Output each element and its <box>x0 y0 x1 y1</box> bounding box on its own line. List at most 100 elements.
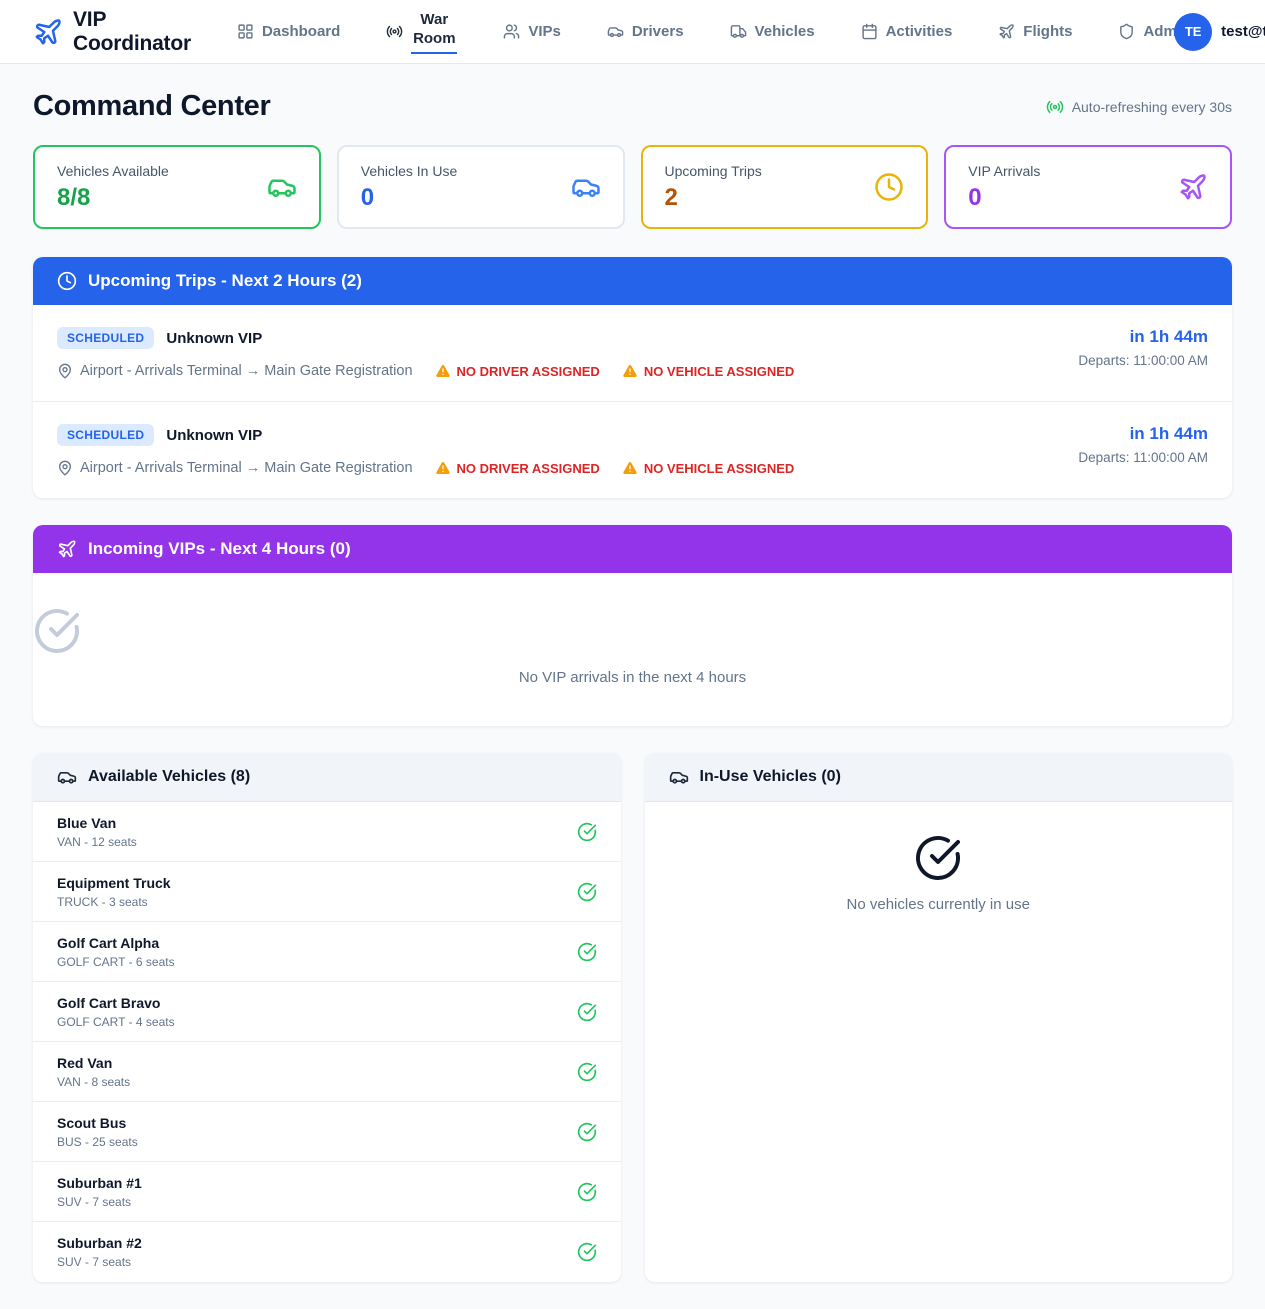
no-vehicle-warning: NO VEHICLE ASSIGNED <box>622 363 794 379</box>
users-icon <box>503 23 520 40</box>
check-circle-icon <box>33 607 1232 655</box>
vehicle-row: Suburban #1SUV - 7 seats <box>33 1162 621 1222</box>
in-use-vehicles-header: In-Use Vehicles (0) <box>645 753 1233 802</box>
stat-cards: Vehicles Available 8/8 Vehicles In Use 0… <box>33 145 1232 229</box>
trip-vip-name: Unknown VIP <box>166 427 262 444</box>
warning-triangle-icon <box>622 363 638 379</box>
upcoming-trips-title: Upcoming Trips - Next 2 Hours (2) <box>88 271 362 291</box>
vehicle-row: Blue VanVAN - 12 seats <box>33 802 621 862</box>
no-vehicle-warning: NO VEHICLE ASSIGNED <box>622 460 794 476</box>
no-driver-warning: NO DRIVER ASSIGNED <box>435 460 600 476</box>
nav-item-dashboard[interactable]: Dashboard <box>237 23 340 40</box>
plane-icon <box>998 23 1015 40</box>
available-vehicles-panel: Available Vehicles (8) Blue VanVAN - 12 … <box>33 753 621 1282</box>
brand-title: VIP Coordinator <box>73 8 191 56</box>
warning-triangle-icon <box>435 460 451 476</box>
vehicle-row: Golf Cart AlphaGOLF CART - 6 seats <box>33 922 621 982</box>
trip-departure-time: Departs: 11:00:00 AM <box>1078 353 1208 368</box>
plane-logo-icon <box>33 17 63 47</box>
broadcast-icon <box>1046 98 1064 116</box>
incoming-vips-title: Incoming VIPs - Next 4 Hours (0) <box>88 539 351 559</box>
car-icon <box>267 172 297 202</box>
trip-row: SCHEDULED Unknown VIP Airport - Arrivals… <box>33 401 1232 498</box>
nav-item-activities[interactable]: Activities <box>861 23 953 40</box>
auto-refresh-status: Auto-refreshing every 30s <box>1046 98 1232 116</box>
avatar[interactable]: TE <box>1174 13 1212 51</box>
trip-route: Airport - Arrivals Terminal → Main Gate … <box>57 460 413 476</box>
incoming-vips-empty-state: No VIP arrivals in the next 4 hours <box>33 573 1232 726</box>
in-use-vehicles-title: In-Use Vehicles (0) <box>700 768 841 786</box>
warning-triangle-icon <box>435 363 451 379</box>
available-vehicles-title: Available Vehicles (8) <box>88 768 250 786</box>
check-circle-icon <box>577 1182 597 1202</box>
stat-value: 0 <box>361 184 458 212</box>
brand[interactable]: VIP Coordinator <box>33 8 191 56</box>
status-badge: SCHEDULED <box>57 327 154 349</box>
calendar-icon <box>861 23 878 40</box>
stat-label: Vehicles In Use <box>361 163 458 179</box>
vehicle-row: Golf Cart BravoGOLF CART - 4 seats <box>33 982 621 1042</box>
car-icon <box>57 767 77 787</box>
trip-departure-time: Departs: 11:00:00 AM <box>1078 450 1208 465</box>
check-circle-icon <box>914 834 962 882</box>
nav-item-drivers[interactable]: Drivers <box>607 23 684 40</box>
stat-card-vehicles-available: Vehicles Available 8/8 <box>33 145 321 229</box>
check-circle-icon <box>577 882 597 902</box>
check-circle-icon <box>577 1062 597 1082</box>
check-circle-icon <box>577 1002 597 1022</box>
user-email: test@test.com <box>1221 23 1265 40</box>
map-pin-icon <box>57 460 73 476</box>
incoming-vips-section: Incoming VIPs - Next 4 Hours (0) No VIP … <box>33 525 1232 726</box>
check-circle-icon <box>577 822 597 842</box>
main-content: Command Center Auto-refreshing every 30s… <box>0 90 1265 1282</box>
nav-item-vips[interactable]: VIPs <box>503 23 561 40</box>
page-title: Command Center <box>33 90 271 123</box>
nav-item-flights[interactable]: Flights <box>998 23 1072 40</box>
user-menu[interactable]: TE test@test.com <box>1190 13 1265 51</box>
trip-countdown: in 1h 44m <box>1078 327 1208 347</box>
in-use-vehicles-empty-message: No vehicles currently in use <box>847 896 1030 913</box>
check-circle-icon <box>577 942 597 962</box>
vehicles-panels: Available Vehicles (8) Blue VanVAN - 12 … <box>33 753 1232 1282</box>
stat-value: 0 <box>968 184 1040 212</box>
stat-label: VIP Arrivals <box>968 163 1040 179</box>
radio-icon <box>386 23 403 40</box>
trip-vip-name: Unknown VIP <box>166 330 262 347</box>
stat-card-vehicles-in-use: Vehicles In Use 0 <box>337 145 625 229</box>
vehicle-row: Scout BusBUS - 25 seats <box>33 1102 621 1162</box>
incoming-vips-empty-message: No VIP arrivals in the next 4 hours <box>33 669 1232 686</box>
nav-items: Dashboard War Room VIPs Drivers Vehicles… <box>237 10 1190 54</box>
vehicle-row: Suburban #2SUV - 7 seats <box>33 1222 621 1282</box>
check-circle-icon <box>577 1242 597 1262</box>
stat-value: 8/8 <box>57 184 169 212</box>
trip-route: Airport - Arrivals Terminal → Main Gate … <box>57 363 413 379</box>
trip-countdown: in 1h 44m <box>1078 424 1208 444</box>
map-pin-icon <box>57 363 73 379</box>
clock-icon <box>874 172 904 202</box>
stat-card-upcoming-trips: Upcoming Trips 2 <box>641 145 929 229</box>
plane-icon <box>57 539 77 559</box>
nav-item-war-room[interactable]: War Room <box>386 10 457 54</box>
page-header: Command Center Auto-refreshing every 30s <box>33 90 1232 123</box>
incoming-vips-header: Incoming VIPs - Next 4 Hours (0) <box>33 525 1232 573</box>
available-vehicles-header: Available Vehicles (8) <box>33 753 621 802</box>
top-navigation: VIP Coordinator Dashboard War Room VIPs … <box>0 0 1265 64</box>
upcoming-trips-section: Upcoming Trips - Next 2 Hours (2) SCHEDU… <box>33 257 1232 498</box>
car-icon <box>607 23 624 40</box>
vehicle-row: Red VanVAN - 8 seats <box>33 1042 621 1102</box>
warning-triangle-icon <box>622 460 638 476</box>
stat-card-vip-arrivals: VIP Arrivals 0 <box>944 145 1232 229</box>
vehicle-row: Equipment TruckTRUCK - 3 seats <box>33 862 621 922</box>
stat-label: Vehicles Available <box>57 163 169 179</box>
in-use-vehicles-empty-state: No vehicles currently in use <box>645 802 1233 1282</box>
grid-icon <box>237 23 254 40</box>
plane-icon <box>1178 172 1208 202</box>
car-icon <box>669 767 689 787</box>
truck-icon <box>730 23 747 40</box>
nav-item-vehicles[interactable]: Vehicles <box>730 23 815 40</box>
status-badge: SCHEDULED <box>57 424 154 446</box>
clock-icon <box>57 271 77 291</box>
stat-label: Upcoming Trips <box>665 163 762 179</box>
car-icon <box>571 172 601 202</box>
trip-row: SCHEDULED Unknown VIP Airport - Arrivals… <box>33 305 1232 401</box>
